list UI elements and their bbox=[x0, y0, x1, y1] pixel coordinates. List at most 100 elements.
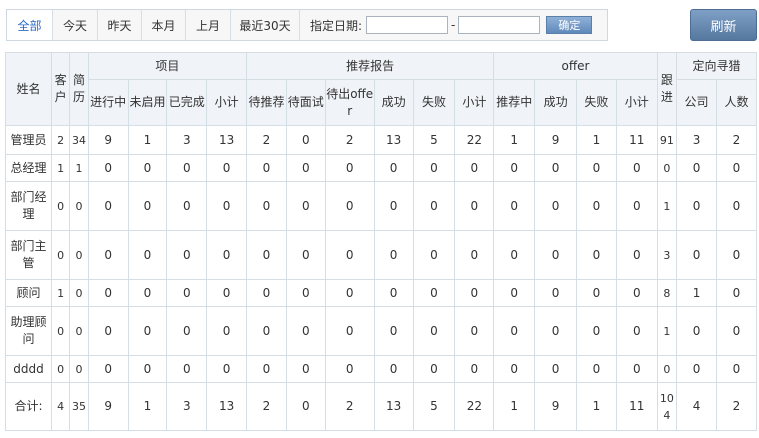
tab-this-month[interactable]: 本月 bbox=[142, 10, 186, 40]
value-cell: 11 bbox=[615, 125, 658, 155]
value-cell: 0 bbox=[206, 355, 248, 383]
value-cell: 0 bbox=[454, 230, 495, 280]
value-cell: 0 bbox=[412, 306, 456, 356]
col-company: 公司 bbox=[676, 79, 717, 126]
value-cell: 11 bbox=[615, 382, 658, 431]
date-filter-bar: 全部 今天 昨天 本月 上月 最近30天 指定日期: - 确定 bbox=[6, 9, 608, 41]
value-cell: 0 bbox=[246, 230, 287, 280]
refresh-button[interactable]: 刷新 bbox=[690, 9, 757, 41]
value-cell: 0 bbox=[676, 181, 717, 231]
row-name-cell: 合计: bbox=[5, 382, 52, 431]
table-row: 管理员 2 34 9 1 3 13 2 0 2 13 5 22 1 9 1 11 91 3 2 bbox=[5, 125, 758, 155]
value-cell: 0 bbox=[615, 181, 658, 231]
confirm-button[interactable]: 确定 bbox=[546, 16, 593, 34]
value-cell: 0 bbox=[493, 230, 536, 280]
value-cell: 0 bbox=[285, 181, 326, 231]
value-cell: 0 bbox=[206, 230, 248, 280]
value-cell: 2 bbox=[246, 125, 287, 155]
value-cell: 0 bbox=[576, 154, 617, 182]
table-row: 部门经理 0 0 0 0 0 0 0 0 0 0 0 0 0 0 0 0 1 0 0 bbox=[5, 181, 758, 231]
value-cell: 0 bbox=[373, 181, 414, 231]
value-cell: 0 bbox=[412, 230, 456, 280]
total-row: 合计: 4 35 9 1 3 13 2 0 2 13 5 22 1 9 1 11 104 4 2 bbox=[5, 382, 758, 431]
value-cell: 0 bbox=[715, 306, 758, 356]
value-cell: 3 bbox=[656, 230, 678, 280]
value-cell: 0 bbox=[87, 306, 129, 356]
group-offer: offer bbox=[493, 52, 658, 80]
value-cell: 1 bbox=[493, 382, 536, 431]
value-cell: 0 bbox=[412, 355, 456, 383]
col-offer-subtotal: 小计 bbox=[615, 79, 658, 126]
value-cell: 0 bbox=[412, 181, 456, 231]
value-cell: 1 bbox=[50, 154, 71, 182]
value-cell: 1 bbox=[576, 125, 617, 155]
value-cell: 0 bbox=[656, 355, 678, 383]
col-headcount: 人数 bbox=[715, 79, 758, 126]
value-cell: 0 bbox=[166, 154, 208, 182]
value-cell: 0 bbox=[715, 279, 758, 307]
value-cell: 0 bbox=[412, 279, 456, 307]
col-name: 姓名 bbox=[5, 52, 52, 126]
value-cell: 0 bbox=[69, 181, 89, 231]
value-cell: 1 bbox=[493, 125, 536, 155]
value-cell: 0 bbox=[206, 154, 248, 182]
value-cell: 0 bbox=[493, 181, 536, 231]
value-cell: 0 bbox=[454, 355, 495, 383]
value-cell: 0 bbox=[454, 279, 495, 307]
date-from-input[interactable] bbox=[366, 16, 449, 34]
value-cell: 1 bbox=[69, 154, 89, 182]
col-offer-fail: 失败 bbox=[576, 79, 617, 126]
value-cell: 0 bbox=[206, 181, 248, 231]
row-name-cell: 总经理 bbox=[5, 154, 52, 182]
col-in-progress: 进行中 bbox=[87, 79, 129, 126]
value-cell: 2 bbox=[715, 125, 758, 155]
value-cell: 0 bbox=[373, 306, 414, 356]
tab-all[interactable]: 全部 bbox=[7, 10, 53, 40]
value-cell: 0 bbox=[285, 125, 326, 155]
col-pending-offer: 待出offer bbox=[324, 79, 375, 126]
value-cell: 0 bbox=[615, 306, 658, 356]
value-cell: 2 bbox=[324, 125, 375, 155]
value-cell: 0 bbox=[50, 306, 71, 356]
value-cell: 2 bbox=[50, 125, 71, 155]
value-cell: 0 bbox=[246, 355, 287, 383]
table-row: 助理顾问 0 0 0 0 0 0 0 0 0 0 0 0 0 0 0 0 1 0 0 bbox=[5, 306, 758, 356]
value-cell: 1 bbox=[656, 181, 678, 231]
value-cell: 0 bbox=[324, 154, 375, 182]
tab-today[interactable]: 今天 bbox=[53, 10, 98, 40]
value-cell: 4 bbox=[676, 382, 717, 431]
value-cell: 0 bbox=[69, 355, 89, 383]
value-cell: 34 bbox=[69, 125, 89, 155]
date-to-input[interactable] bbox=[458, 16, 541, 34]
value-cell: 0 bbox=[493, 355, 536, 383]
value-cell: 0 bbox=[324, 279, 375, 307]
col-followup: 跟进 bbox=[656, 52, 678, 126]
group-report: 推荐报告 bbox=[246, 52, 495, 80]
value-cell: 0 bbox=[69, 279, 89, 307]
table-row: 顾问 1 0 0 0 0 0 0 0 0 0 0 0 0 0 0 0 8 1 0 bbox=[5, 279, 758, 307]
value-cell: 1 bbox=[656, 306, 678, 356]
value-cell: 1 bbox=[576, 382, 617, 431]
value-cell: 9 bbox=[534, 382, 578, 431]
row-name-cell: 部门主管 bbox=[5, 230, 52, 280]
value-cell: 22 bbox=[454, 125, 495, 155]
value-cell: 0 bbox=[576, 181, 617, 231]
value-cell: 0 bbox=[715, 181, 758, 231]
tab-last-30-days[interactable]: 最近30天 bbox=[231, 10, 300, 40]
value-cell: 0 bbox=[69, 306, 89, 356]
value-cell: 9 bbox=[534, 125, 578, 155]
col-completed: 已完成 bbox=[166, 79, 208, 126]
tab-yesterday[interactable]: 昨天 bbox=[98, 10, 142, 40]
value-cell: 0 bbox=[373, 279, 414, 307]
performance-table: 姓名 客户 简历 项目 推荐报告 offer 跟进 定向寻猎 进行中 未启用 已… bbox=[5, 52, 758, 431]
row-name-cell: 管理员 bbox=[5, 125, 52, 155]
value-cell: 0 bbox=[615, 279, 658, 307]
value-cell: 3 bbox=[166, 382, 208, 431]
date-separator: - bbox=[451, 18, 456, 32]
tab-last-month[interactable]: 上月 bbox=[186, 10, 231, 40]
col-project-subtotal: 小计 bbox=[206, 79, 248, 126]
value-cell: 3 bbox=[166, 125, 208, 155]
col-not-started: 未启用 bbox=[127, 79, 168, 126]
value-cell: 0 bbox=[576, 355, 617, 383]
value-cell: 0 bbox=[50, 181, 71, 231]
